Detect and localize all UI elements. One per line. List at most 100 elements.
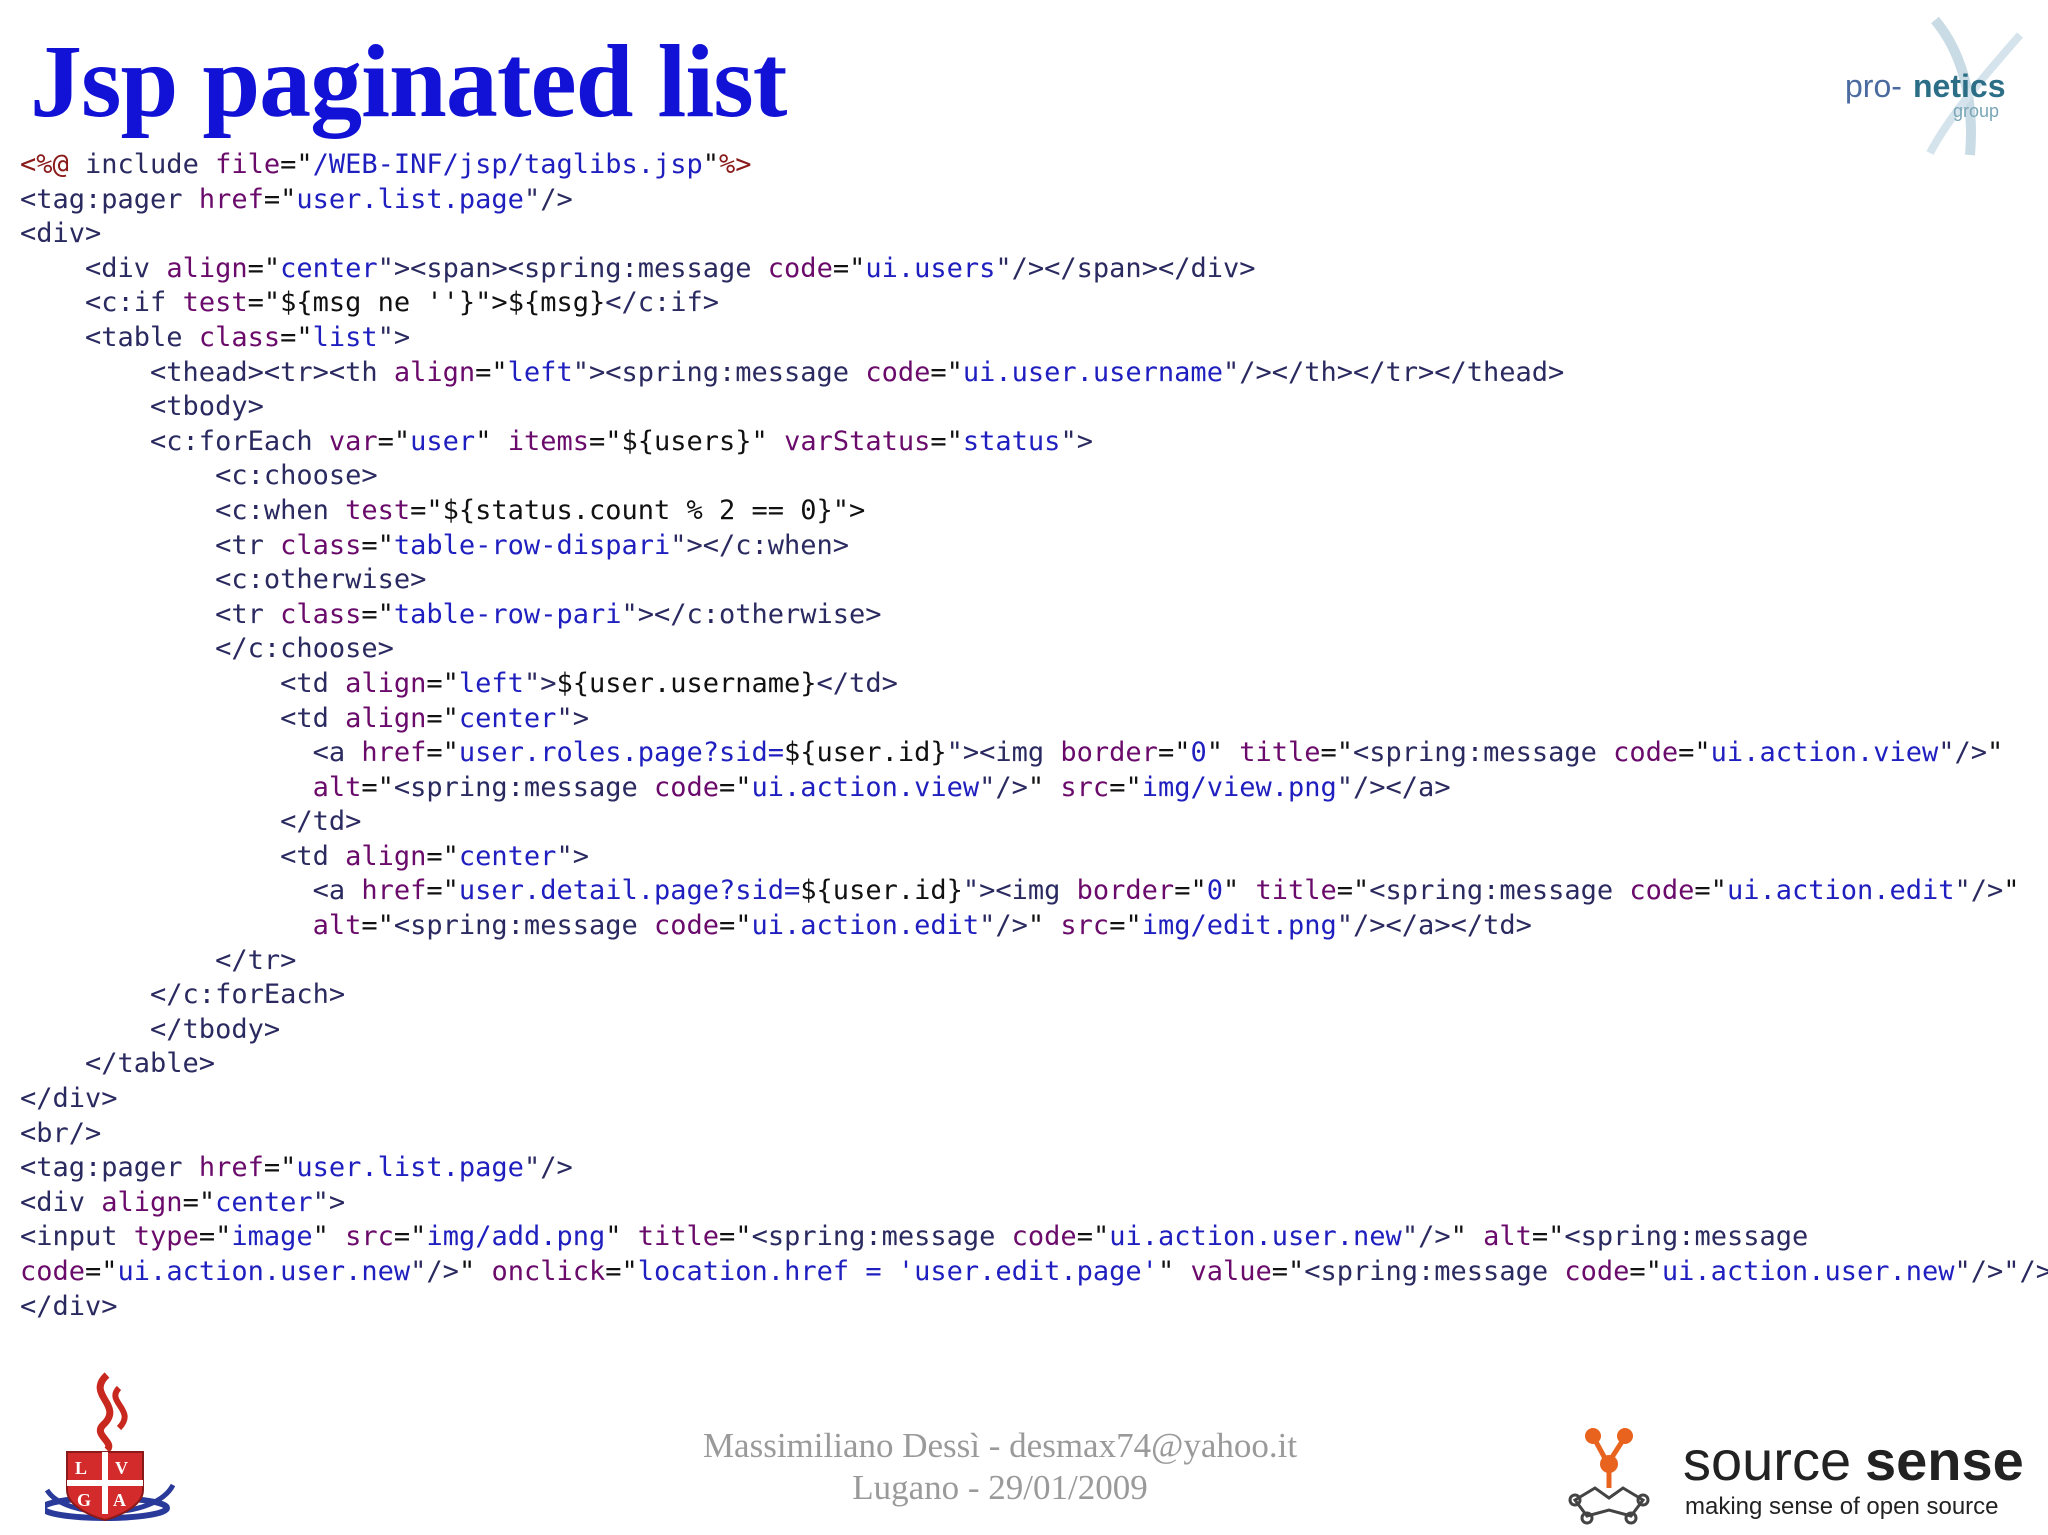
code-token: =" <box>1109 771 1142 803</box>
code-token: <div> <box>20 218 102 250</box>
code-token: </td> <box>816 667 898 699</box>
code-token: <tag:pager <box>20 183 199 215</box>
code-token: ${user.id} <box>784 737 947 769</box>
code-token: =" <box>361 598 394 630</box>
code-token: class <box>280 598 362 630</box>
lvga-letter-a: A <box>113 1490 126 1510</box>
code-token: =" <box>719 1221 752 1253</box>
code-token: location.href = 'user.edit.page' <box>637 1256 1158 1287</box>
code-token: =" <box>1271 1256 1305 1287</box>
code-line: </c:choose> <box>20 632 2048 667</box>
code-line: <tr class="table-row-pari"></c:otherwise… <box>20 598 2048 633</box>
code-token: "/> <box>1954 1256 2004 1287</box>
code-token: =" <box>426 875 459 907</box>
code-token: left <box>507 356 573 388</box>
code-token: "> <box>556 702 589 734</box>
code-line: <tag:pager href="user.list.page"/> <box>20 183 2048 218</box>
code-token: alt <box>1483 1221 1532 1253</box>
code-token: img/view.png <box>1141 771 1337 803</box>
code-token: =" <box>377 425 411 457</box>
code-token: <div <box>20 1186 102 1218</box>
sourcesense-tagline: making sense of open source <box>1685 1493 1999 1520</box>
code-token: user.roles.page?sid= <box>458 737 785 769</box>
code-token: "/> <box>979 910 1028 942</box>
code-line: <table class="list"> <box>20 321 2048 356</box>
code-token: "/> <box>1938 737 1988 769</box>
code-token: =" <box>1531 1221 1565 1253</box>
code-token: </tr> <box>20 944 297 976</box>
code-token: class <box>198 321 281 353</box>
code-token: ui.action.edit <box>751 910 980 942</box>
code-token: type <box>133 1221 199 1253</box>
code-token: " <box>475 425 508 457</box>
code-token: align <box>101 1186 183 1218</box>
code-token: ui.action.user.new <box>1109 1221 1402 1253</box>
code-token: =" <box>1076 1221 1110 1253</box>
code-line: </div> <box>20 1082 2048 1117</box>
code-token: ="${msg ne ''}"> <box>247 287 508 319</box>
code-line: <br/> <box>20 1117 2048 1152</box>
code-token: code <box>20 1256 86 1287</box>
code-token: " <box>702 149 720 180</box>
code-token: " <box>312 1221 346 1253</box>
code-token: align <box>345 840 427 872</box>
code-token: align <box>393 356 476 388</box>
code-token: <spring:message <box>751 1221 1012 1253</box>
code-token: <tr <box>20 598 281 630</box>
code-token: ${user.id} <box>800 875 963 907</box>
code-token: =" <box>719 771 752 803</box>
code-token: test <box>345 494 411 526</box>
code-token: <tbody> <box>20 391 264 423</box>
lvga-coffee-logo: L V G A <box>45 1372 175 1522</box>
code-line: <div> <box>20 217 2048 252</box>
code-token: <c:forEach <box>20 425 329 457</box>
code-token: =" <box>247 252 281 284</box>
jsp-code-block: <%@ include file =" /WEB-INF/jsp/taglibs.j… <box>20 148 2048 1324</box>
code-token: =" <box>1109 910 1142 942</box>
code-token: =" <box>1694 875 1727 907</box>
code-line: <tr class="table-row-dispari"></c:when> <box>20 529 2048 564</box>
code-token: <spring:message <box>1304 1256 1565 1287</box>
code-token: =" <box>1678 737 1711 769</box>
code-token: "/></th></tr></thead> <box>1222 356 1565 388</box>
code-token: =" <box>263 1152 297 1184</box>
code-token: <c:when <box>20 494 346 526</box>
code-token: ui.action.view <box>1710 737 1939 769</box>
code-token: status <box>962 425 1061 457</box>
code-token: "/></a> <box>1336 771 1451 803</box>
pro-netics-group-text: group <box>1953 101 1999 121</box>
code-token: </div> <box>20 1290 118 1322</box>
code-token: </table> <box>20 1048 216 1080</box>
code-token: <spring:message <box>1369 875 1630 907</box>
code-token: alt <box>20 771 362 803</box>
code-token: =" <box>426 840 459 872</box>
code-line: <thead><tr><th align="left"><spring:mess… <box>20 356 2048 391</box>
code-token: " <box>1987 737 2004 769</box>
code-line: code="ui.action.user.new"/>" onclick="lo… <box>20 1255 2048 1290</box>
code-token: </div> <box>20 1083 118 1115</box>
code-token: "/> <box>979 771 1028 803</box>
code-line: alt="<spring:message code="ui.action.vie… <box>20 771 2048 806</box>
code-token: <table <box>20 321 199 353</box>
code-token: =" <box>1320 737 1354 769</box>
code-token: </c:if> <box>605 287 720 319</box>
code-token: ui.users <box>865 252 996 284</box>
lvga-letter-l: L <box>75 1458 87 1478</box>
code-token: =" <box>426 702 459 734</box>
pro-netics-pro-text: pro- <box>1845 68 1902 104</box>
code-token: center <box>458 702 557 734</box>
code-token: =" <box>426 667 459 699</box>
code-token: "><img <box>946 737 1061 769</box>
lvga-letter-v: V <box>115 1458 128 1478</box>
code-line: <c:forEach var="user" items="${users}" v… <box>20 425 2048 460</box>
code-token: border <box>1076 875 1175 907</box>
code-line: <div align="center"> <box>20 1186 2048 1221</box>
sourcesense-sense-text: sense <box>1865 1429 2024 1492</box>
code-line: <a href="user.detail.page?sid=${user.id}… <box>20 874 2048 909</box>
code-token: ="${status.count % 2 == 0}"> <box>410 494 866 526</box>
code-token: "> <box>523 667 557 699</box>
code-line: <input type="image" src="img/add.png" ti… <box>20 1220 2048 1255</box>
code-token: " <box>458 1256 492 1287</box>
code-token: img/edit.png <box>1141 910 1337 942</box>
code-token: =" <box>719 910 752 942</box>
